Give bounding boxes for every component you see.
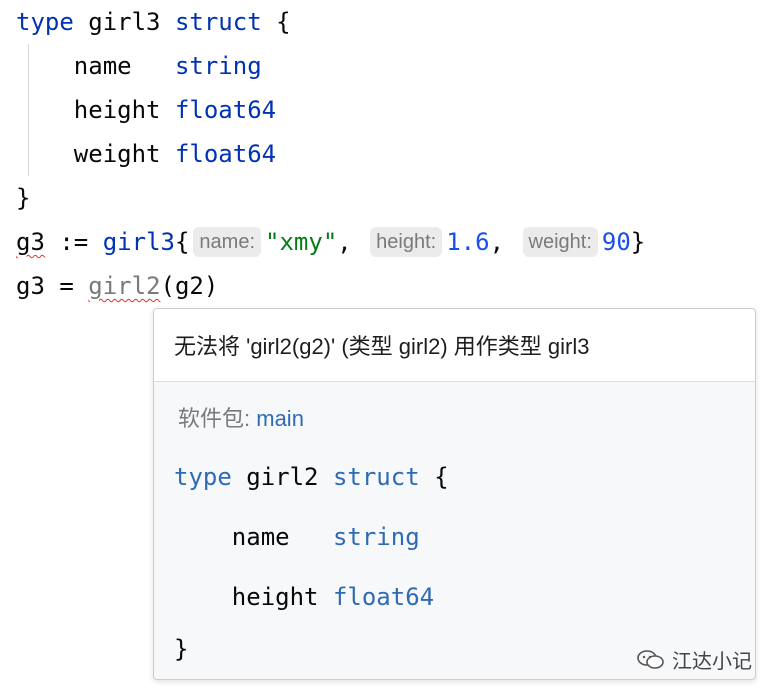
code-line-1: type girl3 struct { — [16, 0, 770, 44]
field-type[interactable]: float64 — [175, 96, 276, 124]
keyword-type: type — [16, 8, 74, 36]
param-hint-height: height: — [370, 227, 443, 257]
def-field-type: string — [332, 523, 420, 551]
def-line-3: height float64 — [174, 567, 449, 627]
field-pad — [161, 140, 175, 168]
operator: = — [59, 272, 74, 300]
struct-name[interactable]: girl3 — [88, 8, 160, 36]
code-line-7: g3 = girl2(g2) — [16, 264, 770, 308]
watermark: 江达小记 — [636, 645, 752, 674]
field-type[interactable]: float64 — [175, 140, 276, 168]
def-line-4: } — [174, 627, 449, 671]
operator: := — [59, 228, 89, 256]
close-brace: } — [174, 635, 189, 663]
variable-g3[interactable]: g3 — [16, 272, 45, 300]
def-struct-name: girl2 — [246, 463, 319, 491]
field-pad — [290, 523, 333, 551]
param-hint-name: name: — [193, 227, 262, 257]
value-height: 1.6 — [446, 228, 490, 256]
keyword-struct: struct — [174, 8, 262, 36]
code-line-4: weight float64 — [16, 132, 770, 176]
type-reference[interactable]: girl3 — [103, 228, 175, 256]
field-height[interactable]: height — [74, 96, 161, 124]
field-pad — [319, 583, 333, 611]
close-brace: } — [630, 228, 646, 256]
wechat-icon — [636, 649, 666, 671]
param-hint-weight: weight: — [522, 227, 598, 257]
field-pad — [161, 96, 175, 124]
call-args[interactable]: (g2) — [161, 272, 219, 300]
package-label: 软件包: — [178, 406, 251, 431]
open-brace: { — [434, 463, 449, 491]
variable-g3[interactable]: g3 — [16, 228, 45, 256]
def-field-name: name — [231, 523, 290, 551]
def-field-type: float64 — [332, 583, 435, 611]
open-brace: { — [276, 8, 291, 36]
code-line-2: name string — [16, 44, 770, 88]
error-type-conversion[interactable]: girl2 — [88, 272, 160, 300]
def-line-1: type girl2 struct { — [174, 447, 449, 507]
close-brace: } — [16, 184, 31, 212]
package-link[interactable]: main — [256, 406, 304, 431]
def-field-height: height — [231, 583, 319, 611]
code-editor[interactable]: type girl3 struct { name string height f… — [16, 0, 770, 308]
field-pad — [132, 52, 175, 80]
field-weight[interactable]: weight — [74, 140, 161, 168]
code-line-6: g3 := girl3{name: "xmy", height: 1.6, weig… — [16, 227, 646, 257]
watermark-text: 江达小记 — [672, 649, 752, 673]
field-name[interactable]: name — [74, 52, 132, 80]
code-line-5: } — [16, 176, 770, 220]
indent-guide — [28, 44, 29, 176]
value-weight: 90 — [601, 228, 631, 256]
field-type[interactable]: string — [175, 52, 262, 80]
package-info: 软件包: main — [178, 401, 304, 433]
keyword-type: type — [174, 463, 232, 491]
error-tooltip[interactable]: 无法将 'girl2(g2)' (类型 girl2) 用作类型 girl3 软件… — [153, 308, 756, 680]
keyword-struct: struct — [332, 463, 420, 491]
code-line-3: height float64 — [16, 88, 770, 132]
value-name: "xmy" — [265, 228, 338, 256]
def-line-2: name string — [174, 507, 449, 567]
open-brace: { — [174, 228, 190, 256]
error-message: 无法将 'girl2(g2)' (类型 girl2) 用作类型 girl3 — [154, 309, 755, 382]
type-definition: type girl2 struct { name string height f… — [174, 447, 449, 671]
